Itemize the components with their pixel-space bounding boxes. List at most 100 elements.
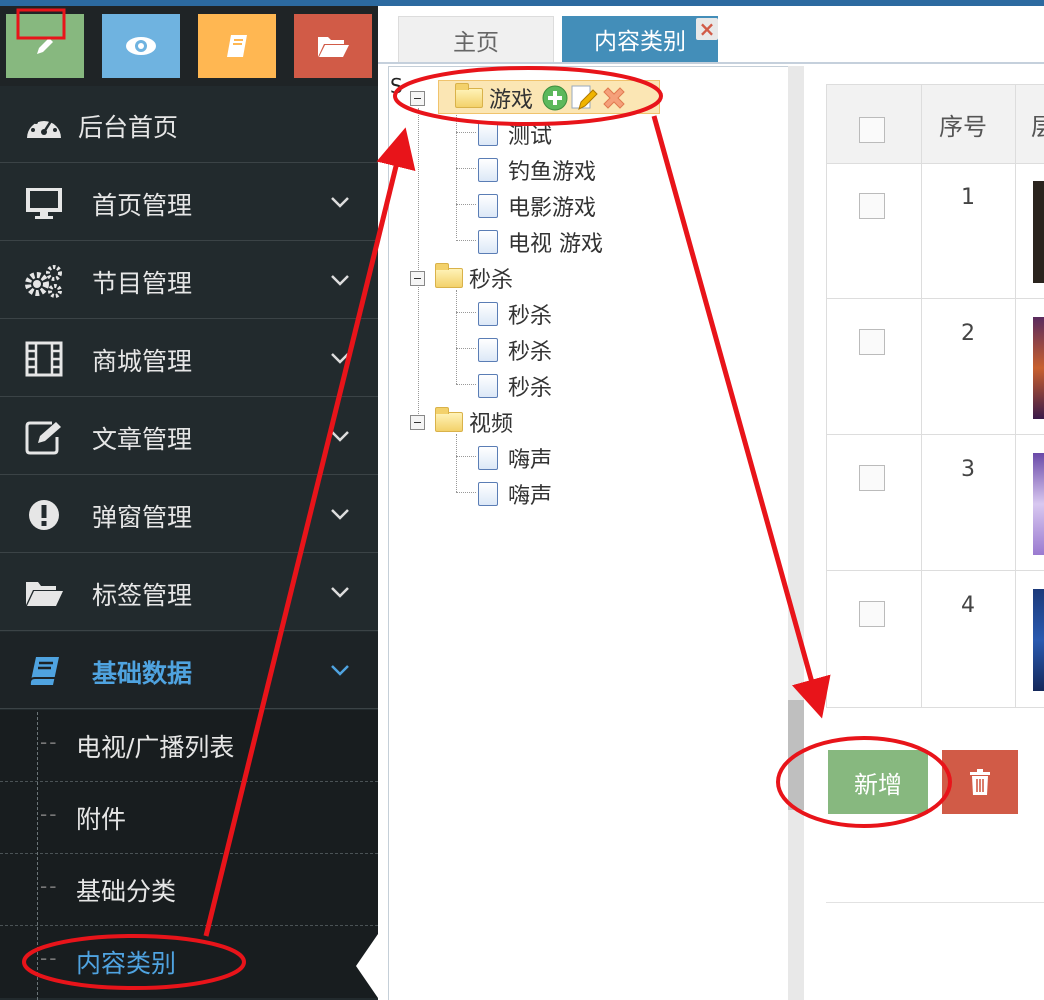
tree-leaf[interactable]: 秒杀 <box>478 370 552 402</box>
sidebar-subitem-tv-radio-list[interactable]: -- 电视/广播列表 <box>0 710 378 782</box>
column-header-title: 层 <box>1031 113 1044 141</box>
row-checkbox[interactable] <box>859 601 885 627</box>
sidebar-item-label: 商城管理 <box>92 347 193 376</box>
submenu-guide-line <box>37 712 38 1000</box>
tree-connector <box>456 434 457 492</box>
sidebar-subitem-content-categories[interactable]: -- 内容类别 <box>0 926 378 998</box>
tree-group-label: 游戏 <box>489 88 534 113</box>
tree-dash: -- <box>40 874 59 898</box>
tab-content-categories[interactable]: 内容类别 <box>562 16 718 62</box>
sidebar-item-basic-data[interactable]: 基础数据 <box>0 632 378 709</box>
tree-leaf-label: 钓鱼游戏 <box>508 160 597 185</box>
tree-leaf[interactable]: 嗨声 <box>478 478 552 510</box>
tree-leaf[interactable]: 电影游戏 <box>478 190 596 222</box>
tree-group-games[interactable]: 游戏 <box>410 82 629 114</box>
tree-leaf-label: 秒杀 <box>508 376 553 401</box>
delete-node-icon[interactable] <box>599 83 629 113</box>
file-icon <box>478 302 498 326</box>
tree-scrollbar-track[interactable] <box>788 66 804 1000</box>
file-icon <box>478 158 498 182</box>
chevron-down-icon <box>331 353 349 364</box>
sidebar-subitem-basic-categories[interactable]: -- 基础分类 <box>0 854 378 926</box>
edit-icon <box>22 420 66 455</box>
folder-icon <box>435 407 463 432</box>
tab-home[interactable]: 主页 <box>398 16 554 62</box>
select-all-checkbox[interactable] <box>859 117 885 143</box>
sidebar-item-programs[interactable]: 节目管理 <box>0 242 378 319</box>
tree-scrollbar-thumb[interactable] <box>788 700 804 810</box>
tree-dash: -- <box>40 802 59 826</box>
tree-lead-char: S <box>390 74 403 98</box>
row-thumbnail <box>1033 181 1044 283</box>
shortcut-pencil-button[interactable] <box>6 14 84 78</box>
add-node-icon[interactable] <box>541 84 569 112</box>
sidebar-item-label: 标签管理 <box>92 581 193 610</box>
cogs-icon <box>22 264 66 298</box>
collapse-icon[interactable] <box>410 270 425 286</box>
delete-button[interactable] <box>942 750 1018 814</box>
tab-close-button[interactable]: × <box>696 18 718 40</box>
tree-leaf[interactable]: 电视 游戏 <box>478 226 603 258</box>
sidebar-item-label: 弹窗管理 <box>92 503 193 532</box>
shortcut-eye-button[interactable] <box>102 14 180 78</box>
sidebar-item-shop[interactable]: 商城管理 <box>0 320 378 397</box>
tree-leaf[interactable]: 秒杀 <box>478 334 552 366</box>
sidebar-item-dashboard[interactable]: 后台首页 <box>0 86 378 163</box>
chevron-down-icon <box>331 197 349 208</box>
sidebar-subitem-label: 内容类别 <box>76 949 177 978</box>
tree-leaf[interactable]: 测试 <box>478 118 552 150</box>
shortcut-book-button[interactable] <box>198 14 276 78</box>
sidebar-subitem-label: 基础分类 <box>76 877 177 906</box>
chevron-down-icon <box>331 509 349 520</box>
row-checkbox[interactable] <box>859 193 885 219</box>
sidebar-item-label: 文章管理 <box>92 425 193 454</box>
folder-open-icon <box>22 576 66 610</box>
add-button[interactable]: 新增 <box>828 750 928 814</box>
collapse-icon[interactable] <box>410 90 425 106</box>
chevron-down-icon <box>331 431 349 442</box>
edit-node-icon[interactable] <box>569 83 599 113</box>
table-row[interactable]: 2 <box>827 299 1044 435</box>
pencil-icon <box>37 38 53 54</box>
chevron-down-icon <box>331 275 349 286</box>
row-thumbnail <box>1033 589 1044 691</box>
eye-icon <box>126 37 156 55</box>
sidebar-subitem-label: 附件 <box>76 805 127 834</box>
sidebar: 后台首页 首页管理 节目管理 商城管理 文章管理 弹窗管理 标签管理 基础数据 … <box>0 6 378 1000</box>
file-icon <box>478 230 498 254</box>
chevron-down-icon <box>331 587 349 598</box>
table-row[interactable]: 1 <box>827 163 1044 299</box>
shortcut-folder-button[interactable] <box>294 14 372 78</box>
row-checkbox[interactable] <box>859 465 885 491</box>
tree-group-flash-sale[interactable]: 秒杀 <box>410 262 513 294</box>
tree-leaf-label: 秒杀 <box>508 340 553 365</box>
sidebar-item-homepage[interactable]: 首页管理 <box>0 164 378 241</box>
collapse-icon[interactable] <box>410 414 425 430</box>
sidebar-item-popups[interactable]: 弹窗管理 <box>0 476 378 553</box>
sidebar-subitem-label: 电视/广播列表 <box>76 733 235 762</box>
tree-connector <box>456 456 476 457</box>
tree-connector <box>456 348 476 349</box>
tree-connector <box>456 108 457 238</box>
tree-leaf[interactable]: 钓鱼游戏 <box>478 154 596 186</box>
sidebar-item-articles[interactable]: 文章管理 <box>0 398 378 475</box>
sidebar-subitem-attachments[interactable]: -- 附件 <box>0 782 378 854</box>
dashboard-icon <box>22 108 66 142</box>
table-row[interactable]: 4 <box>827 571 1044 707</box>
tree-group-video[interactable]: 视频 <box>410 406 513 438</box>
tree-group-label: 秒杀 <box>469 268 514 293</box>
sidebar-item-tags[interactable]: 标签管理 <box>0 554 378 631</box>
add-button-label: 新增 <box>854 770 902 799</box>
tree-group-label: 视频 <box>469 412 514 437</box>
row-checkbox[interactable] <box>859 329 885 355</box>
file-icon <box>478 194 498 218</box>
sidebar-item-label: 后台首页 <box>78 113 179 142</box>
table-row[interactable]: 3 <box>827 435 1044 571</box>
tree-leaf[interactable]: 秒杀 <box>478 298 552 330</box>
tab-label: 主页 <box>453 29 499 56</box>
sidebar-item-label: 基础数据 <box>92 659 193 688</box>
tree-leaf[interactable]: 嗨声 <box>478 442 552 474</box>
row-thumbnail <box>1033 317 1044 419</box>
trash-icon <box>970 769 990 795</box>
chevron-down-icon <box>331 665 349 676</box>
